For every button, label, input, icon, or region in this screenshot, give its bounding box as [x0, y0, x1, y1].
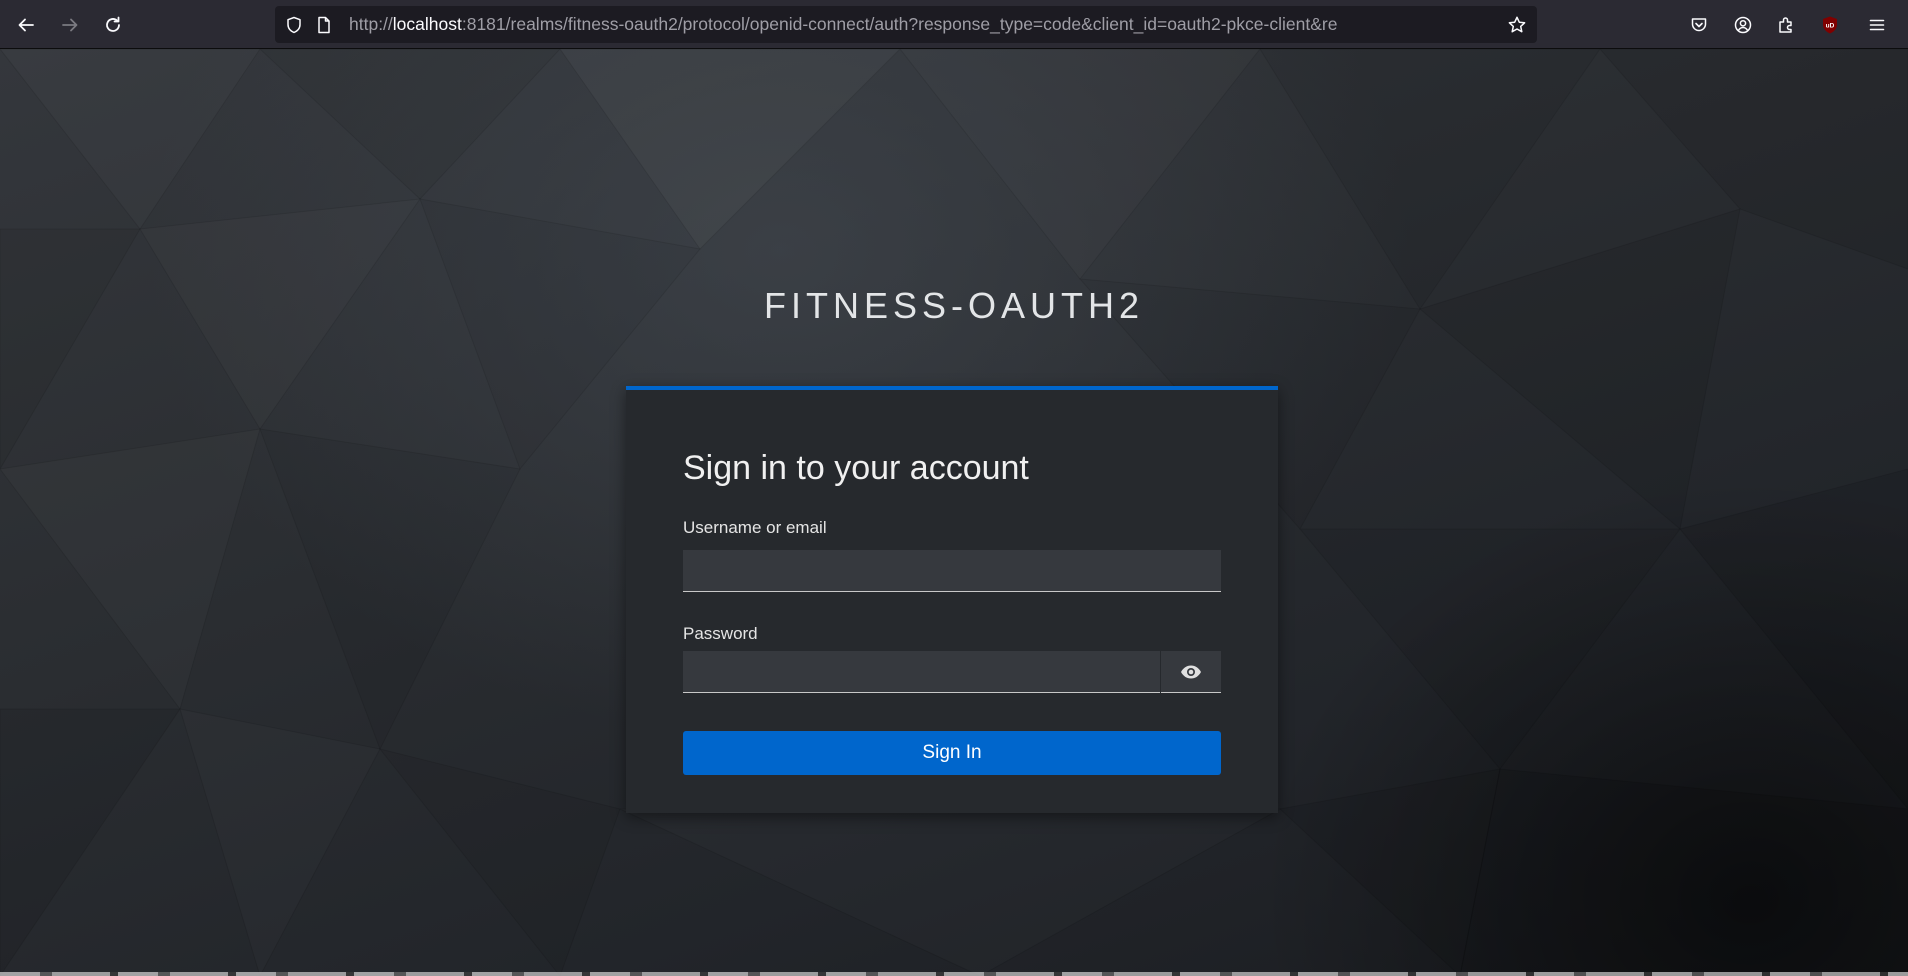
url-path: :8181/realms/fitness-oauth2/protocol/ope…: [461, 14, 1338, 34]
shield-icon[interactable]: [284, 15, 304, 35]
forward-arrow-icon[interactable]: [53, 8, 87, 42]
eye-icon: [1181, 665, 1201, 678]
sign-in-button[interactable]: Sign In: [683, 731, 1221, 775]
taskbar-edge: [0, 972, 1908, 976]
username-input[interactable]: [683, 550, 1221, 592]
url-host: localhost: [392, 14, 462, 34]
ublock-badge-text: uD: [1826, 23, 1835, 30]
reload-icon[interactable]: [96, 8, 130, 42]
show-password-button[interactable]: [1161, 651, 1221, 693]
username-label: Username or email: [683, 518, 827, 537]
login-page: FITNESS-OAUTH2 Sign in to your account U…: [0, 49, 1908, 976]
password-input[interactable]: [683, 651, 1160, 693]
url-text[interactable]: http://localhost:8181/realms/fitness-oau…: [349, 6, 1479, 43]
account-icon[interactable]: [1726, 8, 1760, 42]
realm-title: FITNESS-OAUTH2: [763, 285, 1145, 326]
menu-icon[interactable]: [1860, 8, 1894, 42]
url-scheme: http://: [349, 14, 393, 34]
back-arrow-icon[interactable]: [9, 8, 43, 42]
login-heading: Sign in to your account: [683, 449, 1029, 487]
ublock-icon[interactable]: uD: [1813, 8, 1847, 42]
page-icon[interactable]: [314, 15, 334, 35]
pocket-icon[interactable]: [1682, 8, 1716, 42]
login-card: Sign in to your account Username or emai…: [626, 386, 1278, 813]
browser-toolbar: http://localhost:8181/realms/fitness-oau…: [0, 0, 1908, 49]
url-bar[interactable]: http://localhost:8181/realms/fitness-oau…: [275, 6, 1537, 43]
extensions-icon[interactable]: [1769, 8, 1803, 42]
password-label: Password: [683, 624, 758, 643]
star-icon[interactable]: [1507, 15, 1527, 35]
